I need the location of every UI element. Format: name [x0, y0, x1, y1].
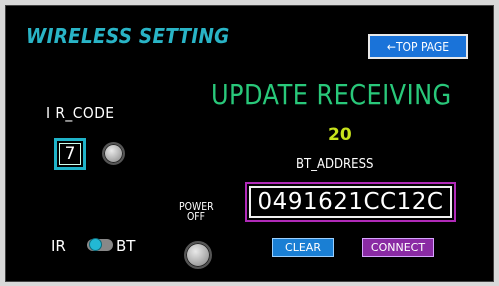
top-page-button[interactable]: ←TOP PAGE	[368, 34, 468, 59]
bt-address-label: BT_ADDRESS	[296, 157, 374, 172]
status-text: UPDATE RECEIVING	[211, 78, 452, 111]
ir-code-label: I R_CODE	[46, 104, 115, 122]
page-title: WIRELESS SETTING	[26, 24, 230, 48]
power-off-label-line2: OFF	[186, 210, 206, 223]
receive-count: 20	[328, 125, 352, 145]
ir-code-value: 7	[59, 143, 81, 165]
toggle-knob	[89, 238, 102, 251]
wireless-setting-screen: WIRELESS SETTING ←TOP PAGE UPDATE RECEIV…	[5, 5, 494, 282]
bt-address-value: 0491621CC12C	[249, 186, 452, 218]
clear-button[interactable]: CLEAR	[272, 238, 334, 257]
connect-button[interactable]: CONNECT	[362, 238, 434, 257]
ir-bt-toggle[interactable]	[87, 238, 113, 251]
ir-code-field[interactable]: 7	[54, 138, 86, 170]
power-off-button[interactable]	[184, 241, 212, 269]
mode-bt-label: BT	[116, 237, 136, 255]
bt-address-field[interactable]: 0491621CC12C	[245, 182, 456, 222]
ir-code-set-button[interactable]	[102, 142, 125, 165]
mode-ir-label: IR	[51, 237, 66, 255]
power-off-label: POWER OFF	[179, 201, 214, 223]
